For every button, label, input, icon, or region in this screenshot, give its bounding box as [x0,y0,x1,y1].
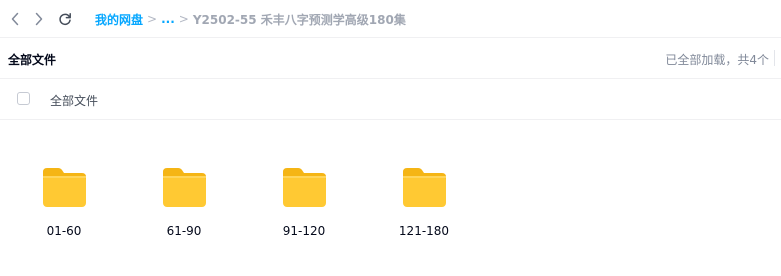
breadcrumb-separator: > [147,12,158,26]
folder-name: 91-120 [282,224,326,238]
folder-item[interactable]: 61-90 [139,160,229,246]
breadcrumb: 我的网盘 > ... > Y2502-55 禾丰八字预测学高级180集 [95,11,406,27]
folder-icon [403,168,446,207]
folder-name: 121-180 [398,224,450,238]
folder-icon [43,168,86,207]
refresh-icon [59,13,71,26]
folder-grid: 01-60 61-90 91-120 121-180 [0,120,781,276]
refresh-button[interactable] [56,10,74,28]
chevron-right-icon [35,12,43,26]
load-status-text: 已全部加载，共4个 [665,53,769,67]
page-title: 全部文件 [8,53,57,67]
folder-item[interactable]: 121-180 [379,160,469,246]
top-navbar: 我的网盘 > ... > Y2502-55 禾丰八字预测学高级180集 [0,0,781,38]
folder-icon [283,168,326,207]
breadcrumb-current-folder: Y2502-55 禾丰八字预测学高级180集 [192,12,406,27]
select-all-label: 全部文件 [50,94,99,108]
list-header: 全部文件 已全部加载，共4个 [0,38,781,79]
folder-item[interactable]: 01-60 [19,160,109,246]
folder-item[interactable]: 91-120 [259,160,349,246]
breadcrumb-separator: > [178,12,189,26]
folder-name: 61-90 [166,224,202,238]
folder-name: 01-60 [46,224,82,238]
forward-button[interactable] [30,10,48,28]
folder-icon [163,168,206,207]
header-divider [774,50,775,66]
select-all-checkbox[interactable] [17,92,30,105]
file-browser: 我的网盘 > ... > Y2502-55 禾丰八字预测学高级180集 全部文件… [0,0,781,276]
chevron-left-icon [11,12,19,26]
breadcrumb-root-link[interactable]: 我的网盘 [95,11,143,28]
back-button[interactable] [6,10,24,28]
select-all-row: 全部文件 [0,79,781,120]
breadcrumb-ellipsis-link[interactable]: ... [161,12,175,26]
